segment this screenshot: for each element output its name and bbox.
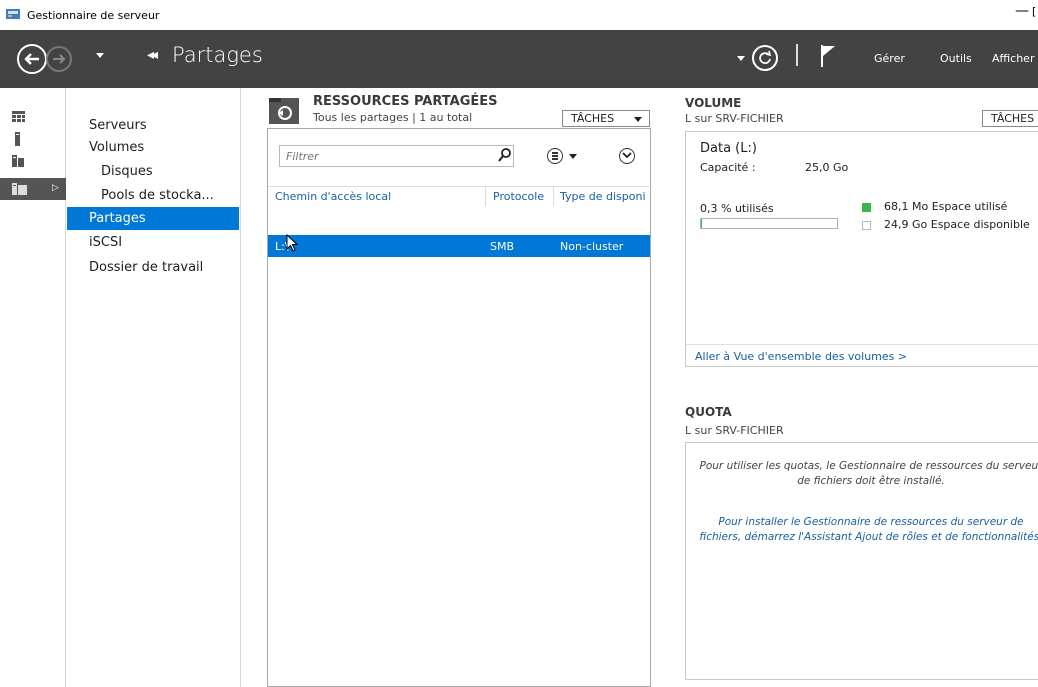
chevron-down-icon	[622, 152, 632, 159]
file-storage-icon	[12, 183, 27, 195]
header-separator	[796, 44, 798, 66]
all-servers-icon	[12, 155, 24, 167]
list-top-divider	[268, 186, 652, 187]
sidebar-item-storage-pools[interactable]: Pools de stocka...	[67, 184, 239, 207]
quota-message: Pour utiliser les quotas, le Gestionnair…	[699, 460, 1038, 487]
column-header-protocol[interactable]: Protocole	[493, 190, 553, 203]
column-header-availability[interactable]: Type de disponi	[560, 190, 650, 203]
icon-rail: ▷	[0, 88, 66, 687]
shares-subtitle: Tous les partages | 1 au total	[313, 111, 473, 124]
used-space-text: 68,1 Mo Espace utilisé	[884, 200, 1008, 213]
usage-label: 0,3 % utilisés	[700, 202, 774, 215]
usage-bar	[700, 218, 838, 229]
breadcrumb-arrows-icon[interactable]: ◂◂	[147, 47, 158, 63]
back-button[interactable]	[17, 44, 47, 74]
sidebar-item-shares[interactable]: Partages	[67, 207, 239, 230]
minimize-button[interactable]: —	[1012, 3, 1032, 19]
sidebar-item-volumes[interactable]: Volumes	[67, 136, 239, 159]
dashboard-icon	[12, 111, 25, 122]
server-manager-window: Gestionnaire de serveur — [ ◂◂ Partages	[0, 0, 1038, 687]
volume-name: Data (L:)	[700, 141, 757, 156]
free-legend-swatch	[862, 221, 871, 230]
sidebar-item-iscsi[interactable]: iSCSI	[67, 231, 239, 254]
rail-item-all-servers[interactable]	[0, 149, 66, 171]
back-icon	[24, 53, 39, 65]
used-legend-swatch	[862, 203, 871, 212]
shares-list-panel: Chemin d'accès local Protocole Type de d…	[267, 128, 652, 687]
shared-folder-icon	[269, 98, 299, 124]
column-header-path[interactable]: Chemin d'accès local	[275, 190, 485, 203]
menu-view[interactable]: Afficher	[992, 52, 1034, 65]
table-row[interactable]: L:\ SMB Non-cluster	[268, 235, 650, 257]
shares-title: RESSOURCES PARTAGÉES	[313, 94, 498, 109]
row-availability: Non-cluster	[560, 240, 624, 253]
window-title: Gestionnaire de serveur	[27, 9, 160, 22]
filter-input[interactable]	[279, 145, 514, 167]
volume-tasks-label: TÂCHES	[991, 112, 1035, 125]
volume-panel: Data (L:) Capacité : 25,0 Go 0,3 % utili…	[685, 131, 1038, 367]
history-dropdown-icon[interactable]	[96, 53, 104, 58]
maximize-button[interactable]: [	[1032, 5, 1036, 18]
view-dropdown-icon[interactable]	[569, 154, 577, 159]
volumes-overview-link[interactable]: Aller à Vue d'ensemble des volumes >	[695, 350, 907, 363]
quota-panel: Pour utiliser les quotas, le Gestionnair…	[685, 442, 1038, 680]
search-icon[interactable]	[498, 148, 511, 162]
free-space-text: 24,9 Go Espace disponible	[884, 218, 1030, 231]
refresh-icon	[759, 50, 772, 64]
rail-item-local-server[interactable]	[0, 128, 66, 150]
shares-tasks-button[interactable]: TÂCHES	[562, 110, 650, 127]
sidebar-item-servers[interactable]: Serveurs	[67, 114, 239, 137]
forward-button[interactable]	[46, 46, 72, 72]
volume-link-divider	[686, 344, 1038, 345]
install-fsrm-link[interactable]: Pour installer le Gestionnaire de ressou…	[696, 515, 1038, 545]
refresh-dropdown-icon[interactable]	[737, 56, 745, 61]
sidebar-nav: Serveurs Volumes Disques Pools de stocka…	[67, 88, 241, 687]
quota-section-subtitle: L sur SRV-FICHIER	[685, 424, 784, 437]
mouse-cursor-icon	[286, 234, 298, 252]
quota-section-title: QUOTA	[685, 405, 732, 419]
row-protocol: SMB	[490, 240, 515, 253]
list-view-button[interactable]	[547, 148, 563, 164]
chevron-down-icon	[634, 117, 642, 122]
rail-item-dashboard[interactable]	[0, 107, 66, 129]
volume-section-title: VOLUME	[685, 96, 742, 110]
capacity-value: 25,0 Go	[805, 161, 849, 174]
header-bar: ◂◂ Partages Gérer Outils Afficher	[0, 30, 1038, 88]
menu-manage[interactable]: Gérer	[874, 52, 905, 65]
flag-icon[interactable]	[820, 44, 836, 68]
local-server-icon	[15, 132, 20, 146]
usage-bar-fill	[701, 219, 703, 228]
refresh-button[interactable]	[752, 45, 778, 71]
expand-button[interactable]	[619, 148, 635, 164]
expand-caret-icon: ▷	[52, 183, 59, 193]
sidebar-item-work-folders[interactable]: Dossier de travail	[67, 256, 239, 279]
page-title: Partages	[172, 43, 263, 67]
forward-icon	[53, 54, 66, 64]
shares-tasks-label: TÂCHES	[571, 112, 615, 125]
rail-item-file-storage[interactable]: ▷	[0, 178, 66, 200]
column-divider[interactable]	[485, 186, 486, 206]
title-bar: Gestionnaire de serveur — [	[0, 0, 1038, 30]
column-divider[interactable]	[553, 186, 554, 206]
sidebar-item-disks[interactable]: Disques	[67, 160, 239, 183]
menu-tools[interactable]: Outils	[940, 52, 972, 65]
server-manager-icon	[6, 9, 20, 19]
volume-section-subtitle: L sur SRV-FICHIER	[685, 112, 784, 125]
volume-tasks-button[interactable]: TÂCHES	[982, 110, 1038, 127]
capacity-label: Capacité :	[700, 161, 756, 174]
